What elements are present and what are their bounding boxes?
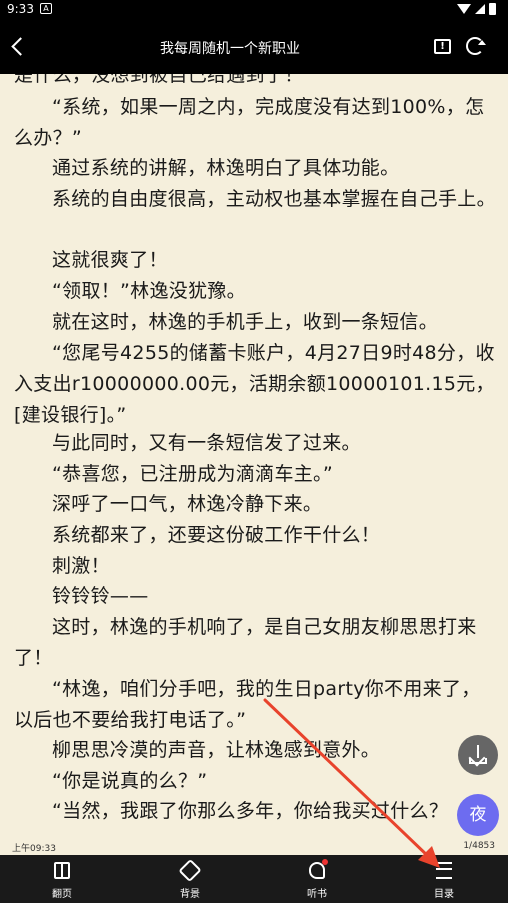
tab-label: 目录 <box>434 889 454 900</box>
reading-content[interactable]: 是什么，没想到被自己给遇到了！ “系统，如果一周之内，完成度没有达到100%，怎… <box>0 74 508 834</box>
status-bar: 9:33 A <box>0 0 508 20</box>
tab-background[interactable]: 背景 <box>158 855 222 903</box>
paragraph: 系统都来了，还要这份破工作干什么！ <box>52 524 381 546</box>
tab-toc[interactable]: 目录 <box>412 855 476 903</box>
back-arrow-icon[interactable] <box>8 35 30 59</box>
system-icons <box>457 3 496 15</box>
paragraph: 这就很爽了！ <box>52 249 168 271</box>
tab-label: 听书 <box>307 889 327 900</box>
tab-label: 背景 <box>180 889 200 900</box>
download-icon[interactable] <box>458 735 498 775</box>
signal-icon <box>475 4 485 14</box>
paragraph: “系统，如果一周之内，完成度没有达到100%，怎么办？” <box>14 96 485 149</box>
page-turn-icon <box>54 862 70 879</box>
notification-icon: A <box>40 3 52 14</box>
paragraph: 铃铃铃—— <box>52 585 149 607</box>
battery-icon <box>489 3 496 15</box>
wifi-icon <box>457 4 471 14</box>
tab-page-turn[interactable]: 翻页 <box>30 855 94 903</box>
paragraph: 系统的自由度很高，主动权也基本掌握在自己手上。 <box>52 188 496 210</box>
night-mode-button[interactable]: 夜 <box>457 794 499 836</box>
paragraph: 刺激！ <box>52 555 110 577</box>
refresh-icon[interactable] <box>466 37 486 55</box>
paragraph: “林逸，咱们分手吧，我的生日party你不用来了，以后也不要给我打电话了。” <box>14 678 481 731</box>
paragraph: 深呼了一口气，林逸冷静下来。 <box>52 493 323 515</box>
paragraph: 就在这时，林逸的手机手上，收到一条短信。 <box>52 311 439 333</box>
paragraph: “当然，我跟了你那么多年，你给我买过什么？ <box>52 800 449 822</box>
paragraph: “你是说真的么？” <box>52 770 208 792</box>
paragraph: 这时，林逸的手机响了，是自己女朋友柳思思打来了！ <box>14 616 477 669</box>
toc-icon <box>436 862 452 879</box>
footer-clock: 上午09:33 <box>12 844 56 854</box>
bottom-nav: 翻页 背景 听书 目录 <box>0 855 508 903</box>
paragraph: “恭喜您，已注册成为滴滴车主。” <box>52 463 333 485</box>
reading-footer: 上午09:33 1/4853 <box>0 838 508 854</box>
background-icon <box>178 858 202 883</box>
paragraph: 柳思思冷漠的声音，让林逸感到意外。 <box>52 739 381 761</box>
tab-label: 翻页 <box>52 889 72 900</box>
paragraph: “您尾号4255的储蓄卡账户，4月27日9时48分，收入支出r10000000.… <box>14 342 495 426</box>
paragraph: 是什么，没想到被自己给遇到了！ <box>14 74 304 86</box>
listen-icon <box>309 859 328 879</box>
page-counter: 1/4853 <box>463 841 495 851</box>
tab-listen[interactable]: 听书 <box>285 855 349 903</box>
report-icon[interactable]: ! <box>434 39 451 54</box>
title-bar: 我每周随机一个新职业 ! <box>0 20 508 74</box>
paragraph: 与此同时，又有一条短信发了过来。 <box>52 432 361 454</box>
paragraph: 通过系统的讲解，林逸明白了具体功能。 <box>52 157 400 179</box>
book-title: 我每周随机一个新职业 <box>160 41 300 57</box>
paragraph: “领取！”林逸没犹豫。 <box>52 280 246 302</box>
status-time: 9:33 <box>7 2 34 16</box>
